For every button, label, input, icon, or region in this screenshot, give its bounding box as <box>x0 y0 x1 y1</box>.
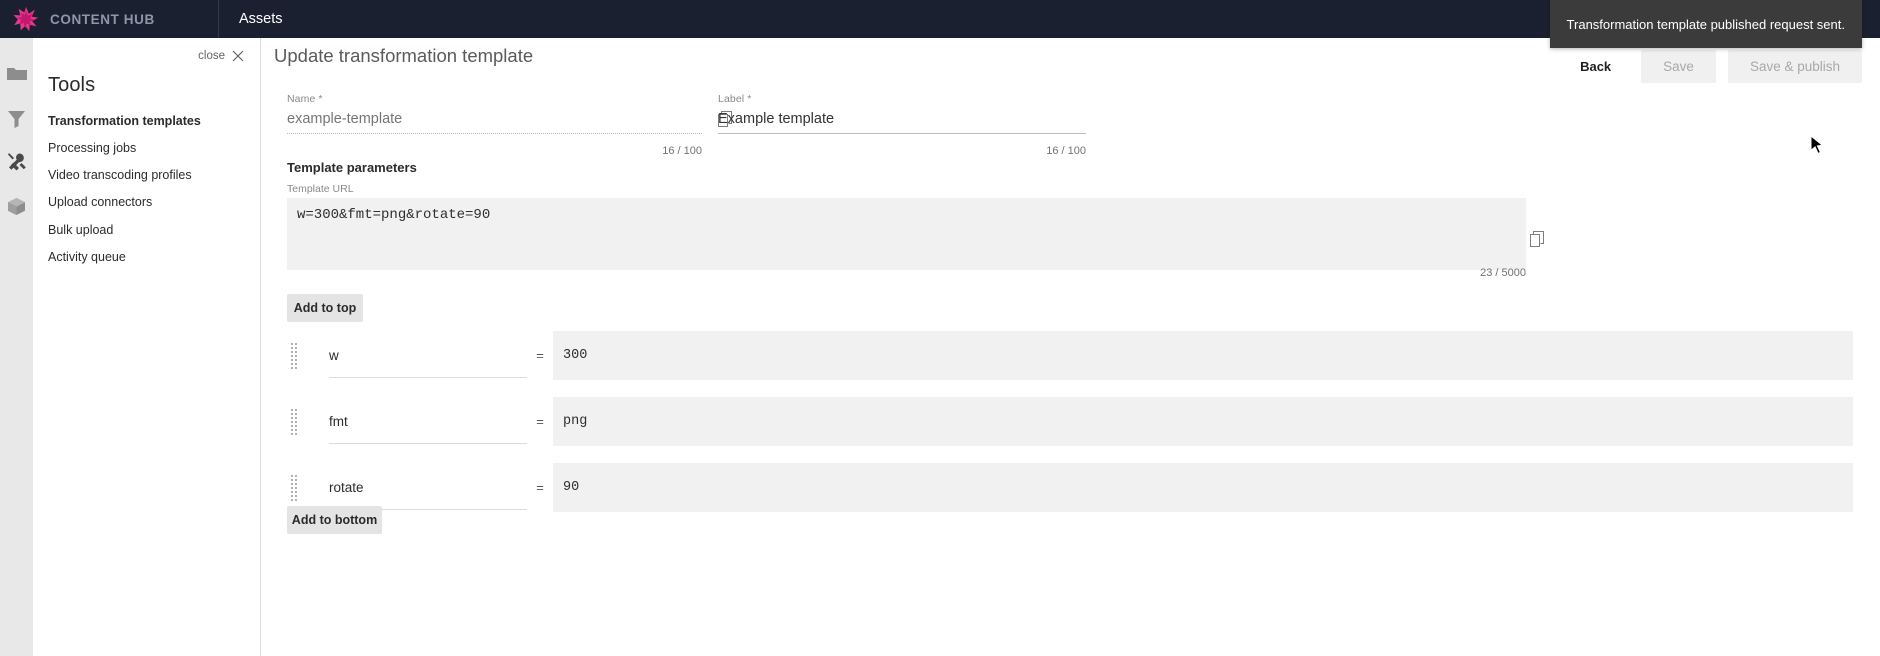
close-panel-button[interactable]: close <box>33 38 260 64</box>
page-title: Update transformation template <box>274 45 534 66</box>
parameter-key-wrap <box>329 397 527 446</box>
main-content: Update transformation template Back Save… <box>261 38 1880 656</box>
copy-icon <box>1530 231 1544 247</box>
template-url-textarea[interactable]: w=300&fmt=png&rotate=90 <box>287 198 1526 270</box>
add-to-bottom-button[interactable]: Add to bottom <box>287 506 382 534</box>
row-spacer <box>287 446 1853 463</box>
sidebar-item-bulk-upload[interactable]: Bulk upload <box>48 223 260 250</box>
drag-handle-icon[interactable] <box>287 397 301 446</box>
tools-nav: Transformation templates Processing jobs… <box>33 97 260 277</box>
sidebar-item-activity-queue[interactable]: Activity queue <box>48 250 260 277</box>
left-icon-rail <box>0 38 33 656</box>
parameter-value-input[interactable] <box>553 397 1853 446</box>
toast-message: Transformation template published reques… <box>1566 16 1845 32</box>
tools-panel: close Tools Transformation templates Pro… <box>33 38 261 656</box>
parameter-key-input[interactable] <box>329 413 527 444</box>
copy-template-url-button[interactable] <box>1530 231 1545 248</box>
sidebar-item-transformation-templates[interactable]: Transformation templates <box>48 114 260 141</box>
label-field-caption: Label * <box>718 93 752 105</box>
equals-sign: = <box>536 414 544 429</box>
save-and-publish-button[interactable]: Save & publish <box>1727 50 1862 83</box>
parameter-value-input[interactable] <box>553 331 1853 380</box>
sidebar-item-video-transcoding-profiles[interactable]: Video transcoding profiles <box>48 168 260 195</box>
add-to-top-button[interactable]: Add to top <box>287 294 363 322</box>
table-row: = <box>287 397 1853 446</box>
table-row: = <box>287 331 1853 380</box>
label-input[interactable] <box>718 109 1086 134</box>
row-spacer <box>287 380 1853 397</box>
name-field-group: Name * 16 / 100 <box>287 93 732 157</box>
equals-sign: = <box>536 480 544 495</box>
template-url-counter: 23 / 5000 <box>1480 267 1526 279</box>
topbar-section-label: Assets <box>239 11 283 27</box>
header-actions: Back Save Save & publish <box>1562 50 1862 83</box>
save-button[interactable]: Save <box>1641 50 1716 83</box>
package-icon[interactable] <box>6 195 28 217</box>
close-x-icon <box>232 50 244 62</box>
filter-icon[interactable] <box>6 107 28 129</box>
name-field-caption: Name * <box>287 93 323 105</box>
parameter-key-input[interactable] <box>329 479 527 510</box>
toast-notification: Transformation template published reques… <box>1549 0 1862 48</box>
label-counter: 16 / 100 <box>1046 145 1086 157</box>
brand-label: CONTENT HUB <box>50 11 155 27</box>
tools-icon[interactable] <box>6 151 28 173</box>
drag-handle-icon[interactable] <box>287 463 301 512</box>
folder-icon[interactable] <box>6 63 28 85</box>
parameter-key-wrap <box>329 463 527 512</box>
template-parameters-heading: Template parameters <box>287 160 417 175</box>
back-button[interactable]: Back <box>1562 51 1629 82</box>
brand[interactable]: CONTENT HUB <box>0 0 219 38</box>
sidebar-item-processing-jobs[interactable]: Processing jobs <box>48 141 260 168</box>
table-row: = <box>287 463 1853 512</box>
name-counter: 16 / 100 <box>662 145 702 157</box>
close-panel-label: close <box>198 50 225 62</box>
mouse-cursor <box>1810 135 1824 155</box>
parameter-value-input[interactable] <box>553 463 1853 512</box>
starburst-logo-icon <box>13 6 39 32</box>
parameter-key-wrap <box>329 331 527 380</box>
name-input[interactable] <box>287 109 702 134</box>
equals-sign: = <box>536 348 544 363</box>
parameter-key-input[interactable] <box>329 347 527 378</box>
sidebar-item-upload-connectors[interactable]: Upload connectors <box>48 195 260 222</box>
tools-panel-title: Tools <box>48 74 96 96</box>
topbar-section-assets[interactable]: Assets <box>219 0 303 38</box>
parameter-rows: = <box>287 331 1853 512</box>
template-url-caption: Template URL <box>287 183 354 195</box>
label-field-group: Label * 16 / 100 <box>718 93 1086 157</box>
drag-handle-icon[interactable] <box>287 331 301 380</box>
